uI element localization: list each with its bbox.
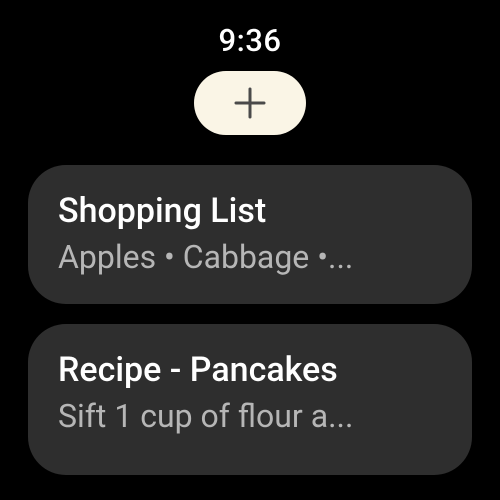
status-time: 9:36 [218, 22, 281, 59]
note-card[interactable]: Shopping List Apples • Cabbage •... [28, 165, 472, 304]
add-note-button[interactable] [194, 71, 306, 135]
note-title: Shopping List [58, 191, 442, 232]
plus-icon [233, 86, 267, 120]
note-preview: Apples • Cabbage •... [58, 238, 442, 276]
note-preview: Sift 1 cup of flour a... [58, 397, 442, 435]
note-card[interactable]: Recipe - Pancakes Sift 1 cup of flour a.… [28, 324, 472, 475]
watch-face: 9:36 Shopping List Apples • Cabbage •...… [0, 0, 500, 500]
notes-list: Shopping List Apples • Cabbage •... Reci… [0, 165, 500, 475]
note-title: Recipe - Pancakes [58, 350, 442, 391]
